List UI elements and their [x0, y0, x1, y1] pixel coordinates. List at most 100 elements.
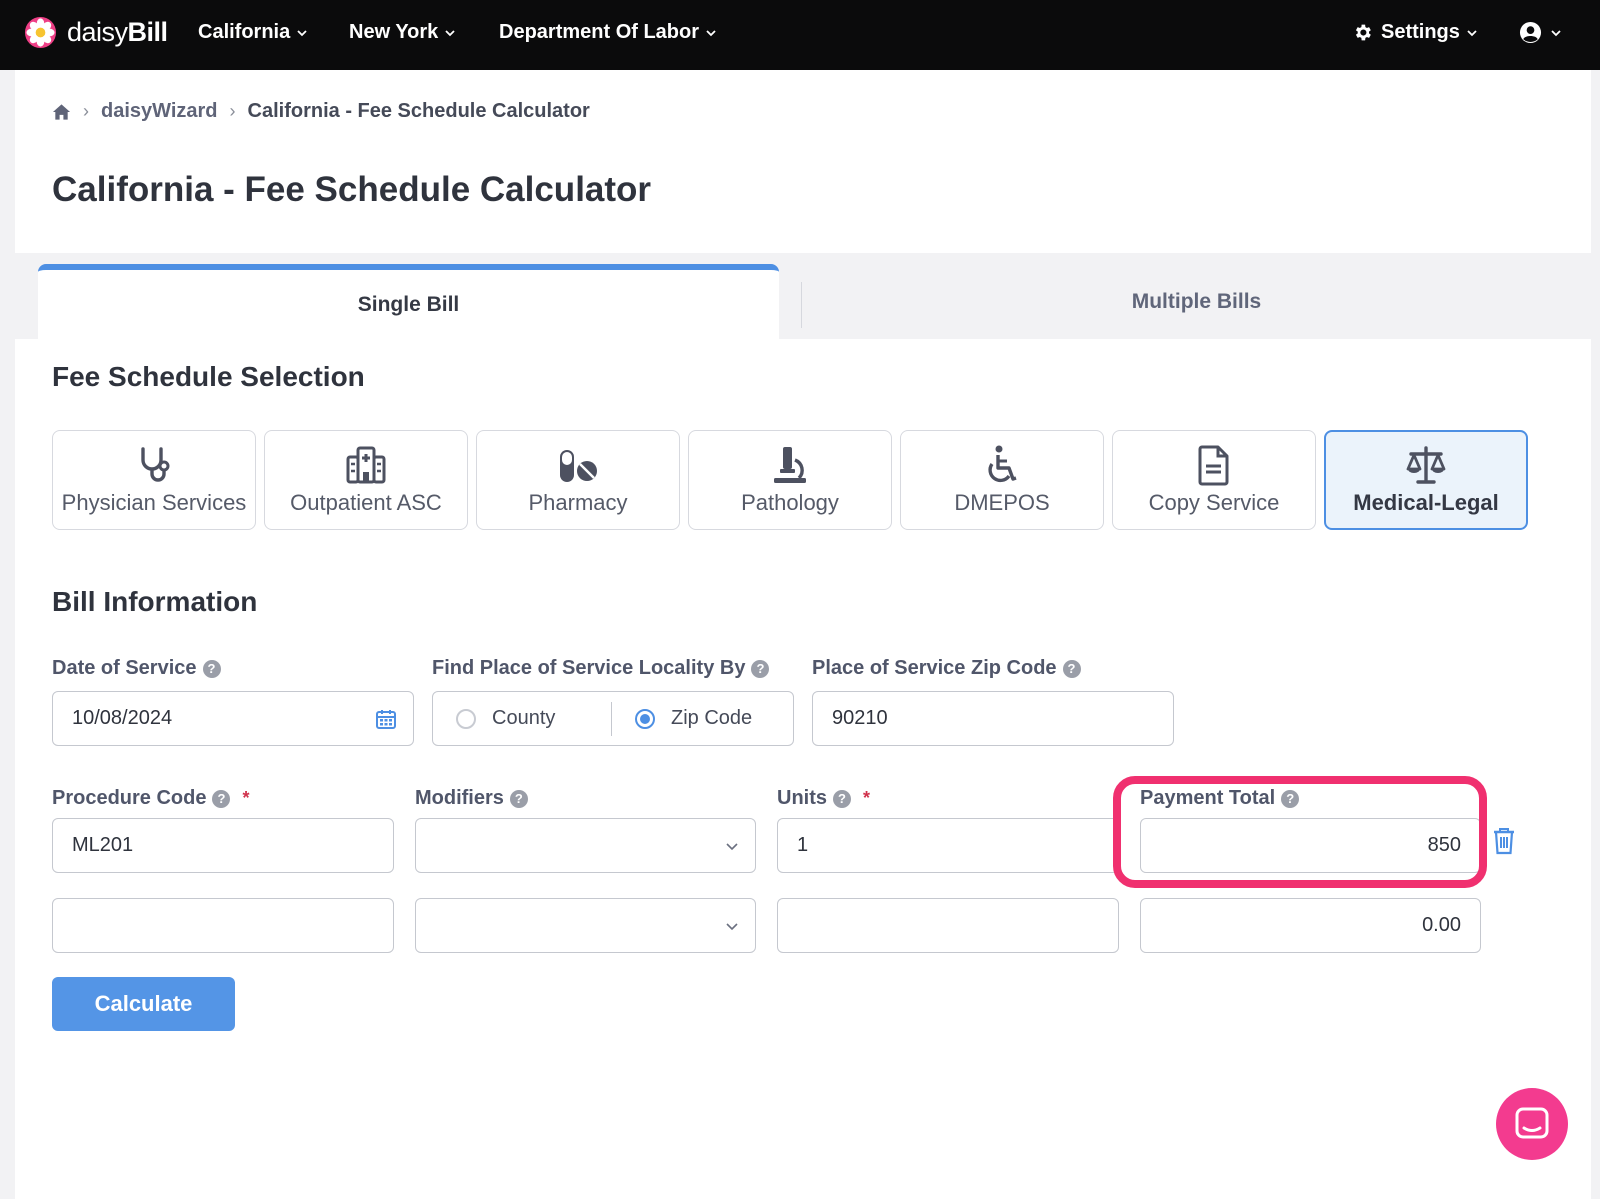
nav-menu-california[interactable]: California	[198, 21, 308, 44]
fee-option-outpatient-asc[interactable]: Outpatient ASC	[264, 430, 468, 530]
scales-icon	[1406, 446, 1446, 484]
nav-menu-label: California	[198, 21, 291, 43]
wheelchair-icon	[988, 445, 1017, 483]
locality-radio-group: County Zip Code	[432, 691, 794, 746]
fee-option-label: Medical-Legal	[1353, 490, 1499, 515]
breadcrumb: › daisyWizard › California - Fee Schedul…	[52, 100, 590, 123]
chevron-down-icon	[706, 29, 716, 36]
microscope-icon	[774, 447, 806, 483]
bill-information-section-title: Bill Information	[52, 586, 258, 617]
modifiers-select[interactable]	[415, 898, 756, 953]
tab-multiple-bills[interactable]: Multiple Bills	[802, 264, 1591, 339]
date-of-service-input[interactable]: 10/08/2024	[52, 691, 414, 746]
fee-option-label: Pharmacy	[528, 490, 628, 515]
help-icon[interactable]: ?	[509, 789, 528, 808]
locality-option-zip-code[interactable]: Zip Code	[635, 707, 752, 730]
help-icon[interactable]: ?	[751, 659, 770, 678]
breadcrumb-separator-icon: ›	[229, 101, 236, 121]
zip-value: 90210	[832, 707, 888, 729]
chevron-down-icon	[445, 29, 455, 36]
chevron-down-icon	[1551, 29, 1561, 36]
fee-option-label: Outpatient ASC	[290, 490, 442, 515]
radio-unselected-icon	[456, 708, 476, 729]
settings-label: Settings	[1381, 21, 1460, 43]
help-icon[interactable]: ?	[202, 659, 221, 678]
label-text: Units	[777, 787, 827, 809]
breadcrumb-current: California - Fee Schedule Calculator	[247, 100, 590, 122]
nav-menu-label: New York	[349, 21, 439, 43]
modifiers-select[interactable]	[415, 818, 756, 873]
procedure-code-input[interactable]	[52, 898, 394, 953]
trash-icon[interactable]	[1492, 827, 1516, 855]
chevron-down-icon	[726, 923, 738, 931]
page-header: › daisyWizard › California - Fee Schedul…	[15, 70, 1591, 253]
procedure-value: ML201	[72, 834, 134, 856]
date-of-service-label: Date of Service ?	[52, 657, 221, 680]
label-text: Procedure Code	[52, 787, 207, 809]
daisy-flower-icon	[24, 16, 57, 49]
fee-schedule-section-title: Fee Schedule Selection	[52, 361, 365, 392]
breadcrumb-link-daisywizard[interactable]: daisyWizard	[101, 100, 218, 123]
user-menu[interactable]	[1519, 21, 1562, 44]
calendar-icon[interactable]	[375, 708, 397, 730]
document-icon	[1198, 445, 1229, 486]
fee-option-pharmacy[interactable]: Pharmacy	[476, 430, 680, 530]
gear-icon	[1355, 24, 1371, 41]
radio-divider	[611, 701, 612, 736]
fee-option-label: Physician Services	[61, 490, 247, 515]
calculator-panel: Fee Schedule Selection Physician Service…	[15, 339, 1591, 1199]
calculate-button[interactable]: Calculate	[52, 977, 235, 1031]
tab-single-bill[interactable]: Single Bill	[38, 264, 779, 339]
top-navbar: daisyBill California New York Department…	[0, 0, 1600, 70]
payment-value: 0.00	[1422, 914, 1461, 936]
fee-option-medical-legal[interactable]: Medical-Legal	[1324, 430, 1528, 530]
brand-name: daisyBill	[67, 17, 168, 47]
required-asterisk: *	[863, 788, 871, 808]
label-text: Date of Service	[52, 657, 197, 679]
fee-option-label: Copy Service	[1148, 490, 1280, 515]
radio-label: County	[492, 707, 556, 729]
units-input[interactable]	[777, 898, 1119, 953]
units-input[interactable]: 1	[777, 818, 1119, 873]
label-text: Modifiers	[415, 787, 504, 809]
radio-label: Zip Code	[671, 707, 753, 729]
help-icon[interactable]: ?	[212, 789, 231, 808]
fee-option-label: DMEPOS	[954, 490, 1050, 515]
chevron-down-icon	[726, 843, 738, 851]
chevron-down-icon	[1467, 29, 1477, 36]
locality-option-county[interactable]: County	[456, 707, 611, 730]
fee-option-pathology[interactable]: Pathology	[688, 430, 892, 530]
nav-menu-label: Department Of Labor	[499, 21, 700, 43]
zip-code-input[interactable]: 90210	[812, 691, 1174, 746]
page-title: California - Fee Schedule Calculator	[52, 170, 652, 209]
label-text: Find Place of Service Locality By	[432, 657, 746, 679]
daisybill-logo[interactable]: daisyBill	[24, 16, 168, 49]
settings-menu[interactable]: Settings	[1352, 21, 1478, 44]
modifiers-label: Modifiers ?	[415, 787, 528, 810]
nav-menu-department-of-labor[interactable]: Department Of Labor	[499, 21, 717, 44]
nav-menu-new-york[interactable]: New York	[349, 21, 456, 44]
fee-option-physician-services[interactable]: Physician Services	[52, 430, 256, 530]
stethoscope-icon	[141, 447, 170, 482]
help-icon[interactable]: ?	[833, 789, 851, 808]
procedure-code-input[interactable]: ML201	[52, 818, 394, 873]
zip-code-label: Place of Service Zip Code ?	[812, 657, 1081, 680]
chat-launcher[interactable]	[1496, 1088, 1568, 1160]
help-icon[interactable]: ?	[1062, 659, 1081, 678]
fee-option-dmepos[interactable]: DMEPOS	[900, 430, 1104, 530]
hospital-icon	[346, 446, 386, 484]
fee-option-label: Pathology	[741, 490, 839, 515]
fee-option-copy-service[interactable]: Copy Service	[1112, 430, 1316, 530]
units-label: Units ? *	[777, 787, 870, 810]
radio-selected-icon	[635, 708, 655, 729]
payment-total-highlight	[1113, 776, 1487, 888]
pills-icon	[560, 450, 597, 482]
procedure-code-label: Procedure Code ? *	[52, 787, 250, 810]
payment-total-input[interactable]: 0.00	[1140, 898, 1481, 953]
required-asterisk: *	[242, 788, 250, 808]
user-avatar-icon	[1519, 21, 1542, 44]
units-value: 1	[797, 834, 809, 856]
date-value: 10/08/2024	[72, 707, 173, 729]
breadcrumb-separator-icon: ›	[83, 101, 89, 121]
home-icon[interactable]	[52, 103, 71, 121]
